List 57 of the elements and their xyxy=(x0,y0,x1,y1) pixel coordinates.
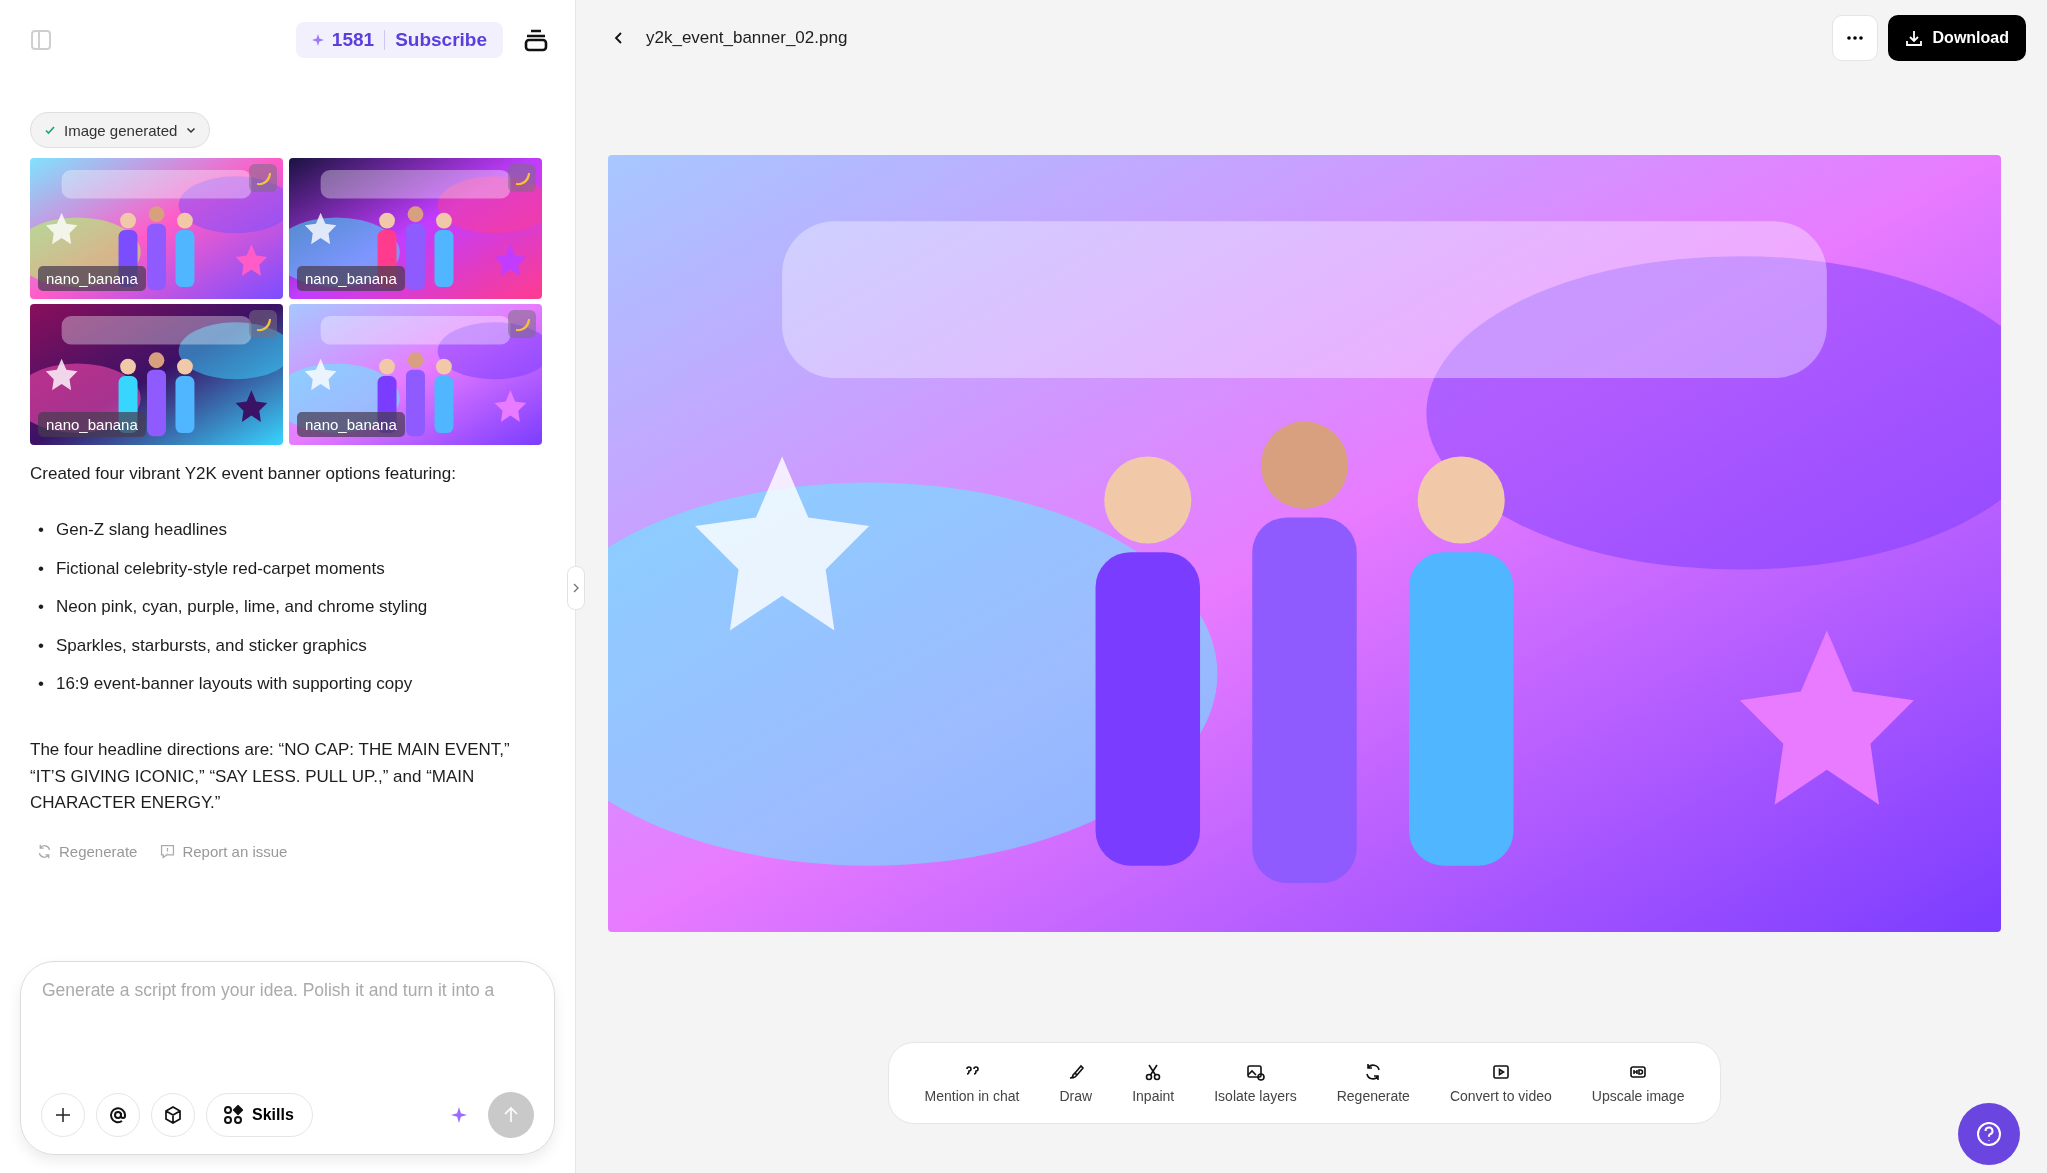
at-sign-icon xyxy=(108,1105,128,1125)
bullet-item: Sparkles, starbursts, and sticker graphics xyxy=(55,634,367,657)
expand-handle[interactable] xyxy=(567,566,585,610)
download-button[interactable]: Download xyxy=(1887,15,2026,61)
download-icon xyxy=(1904,29,1923,47)
bullet-marker: • xyxy=(38,557,44,580)
sidebar-toggle-icon[interactable] xyxy=(30,29,52,51)
model-badge: nano_banana xyxy=(297,266,405,291)
inpaint-tool-button[interactable]: Inpaint xyxy=(1114,1062,1193,1104)
bullet-item: Gen-Z slang headlines xyxy=(55,519,227,541)
cube-button[interactable] xyxy=(151,1093,195,1137)
file-name: y2k_event_banner_02.png xyxy=(646,28,848,48)
bullet-item: Neon pink, cyan, purple, lime, and chrome styling xyxy=(55,596,428,618)
credit-count: 1581 xyxy=(311,29,375,51)
sparkle-icon xyxy=(311,34,324,46)
model-badge: nano_banana xyxy=(38,266,146,291)
banana-icon xyxy=(249,164,277,192)
bullet-marker: • xyxy=(38,673,44,695)
bullet-item: Fictional celebrity-style red-carpet moments xyxy=(55,557,385,580)
plus-icon xyxy=(53,1105,73,1125)
chevron-right-icon xyxy=(571,583,581,593)
image-thumbnail[interactable]: nano_banana xyxy=(30,158,283,299)
skills-button[interactable]: Skills xyxy=(206,1093,313,1137)
bullet-item: 16:9 event-banner layouts with supporting copy xyxy=(55,673,413,695)
image-thumbnail[interactable]: nano_banana xyxy=(289,158,542,299)
question-icon xyxy=(1975,1120,2003,1148)
regenerate-tool-button[interactable]: Regenerate xyxy=(1318,1062,1428,1104)
subscribe-link[interactable]: Subscribe xyxy=(395,29,487,51)
banana-icon xyxy=(508,310,536,338)
image-thumbnail[interactable]: nano_banana xyxy=(289,304,542,445)
mention-tool-button[interactable]: Mention in chat xyxy=(906,1062,1038,1104)
stack-icon[interactable] xyxy=(523,27,549,53)
draw-tool-button[interactable]: Draw xyxy=(1041,1062,1111,1104)
model-badge: nano_banana xyxy=(38,412,146,437)
isolate-tool-button[interactable]: Isolate layers xyxy=(1196,1062,1315,1104)
cube-icon xyxy=(163,1105,183,1125)
add-button[interactable] xyxy=(41,1093,85,1137)
model-badge: nano_banana xyxy=(297,412,405,437)
video-tool-button[interactable]: Convert to video xyxy=(1431,1062,1570,1104)
message-text: The four headline directions are: “NO CAP: THE MAIN EVENT,” “IT’S GIVING ICONIC,” “SAY LESS. PULL UP.,” and “MAIN CHARACTER ENERGY.” xyxy=(30,739,511,814)
bullet-marker: • xyxy=(38,596,44,618)
bullet-marker: • xyxy=(38,519,44,541)
status-dropdown[interactable]: Image generated xyxy=(30,112,211,148)
mention-button[interactable] xyxy=(96,1093,140,1137)
prompt-box[interactable]: Generate a script from your idea. Polish it and turn it into a Skills xyxy=(20,961,555,1155)
shapes-icon xyxy=(223,1105,243,1125)
image-thumbnail[interactable]: nano_banana xyxy=(30,304,283,445)
video-icon xyxy=(1490,1062,1511,1082)
refresh-icon xyxy=(36,842,53,860)
upscale-tool-button[interactable]: Upscale image xyxy=(1573,1062,1703,1104)
isolate-icon xyxy=(1245,1062,1266,1082)
banana-icon xyxy=(508,164,536,192)
message-text: Created four vibrant Y2K event banner options featuring: xyxy=(30,463,457,485)
banana-icon xyxy=(249,310,277,338)
bullet-marker: • xyxy=(38,634,44,657)
ellipsis-icon xyxy=(1845,35,1864,41)
sparkle-icon[interactable] xyxy=(451,1107,467,1123)
